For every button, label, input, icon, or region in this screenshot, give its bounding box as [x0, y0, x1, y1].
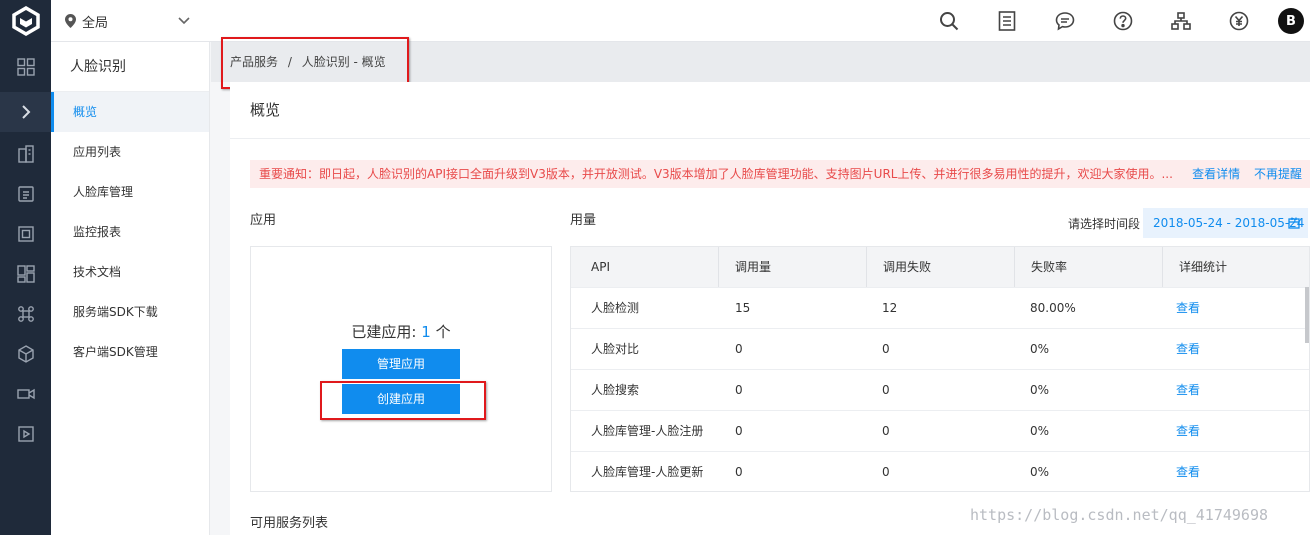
table-row: 人脸库管理-人脸更新 0 0 0% 查看 [571, 451, 1309, 491]
sidebar-item-app-list[interactable]: 应用列表 [51, 132, 209, 172]
avatar[interactable]: B [1278, 8, 1304, 34]
cell-failure-rate: 0% [1030, 383, 1050, 397]
cell-calls: 15 [735, 301, 751, 315]
header-api: API [571, 247, 719, 287]
sidebar-item-docs[interactable]: 技术文档 [51, 252, 209, 292]
app-section-title: 应用 [250, 213, 277, 228]
region-selector[interactable]: 全局 [65, 0, 190, 42]
calendar-icon [1288, 217, 1300, 229]
header-details: 详细统计 [1179, 260, 1228, 274]
view-details-link[interactable]: 查看 [1176, 329, 1200, 369]
cell-api: 人脸库管理-人脸注册 [591, 424, 704, 438]
help-icon[interactable] [1094, 0, 1152, 42]
grid-icon[interactable] [0, 47, 51, 87]
view-details-link[interactable]: 查看 [1176, 452, 1200, 491]
cell-failure-rate: 0% [1030, 465, 1050, 479]
cell-api: 人脸检测 [591, 301, 640, 315]
cloud-logo-icon[interactable] [0, 0, 51, 42]
table-row: 人脸检测 15 12 80.00% 查看 [571, 287, 1309, 328]
notice-banner: 重要通知：即日起，人脸识别的API接口全面升级到V3版本，并开放测试。V3版本增… [250, 160, 1310, 188]
region-label: 全局 [82, 15, 109, 31]
yuan-billing-icon[interactable] [1210, 0, 1268, 42]
divider [230, 138, 1310, 139]
cell-calls: 0 [735, 424, 743, 438]
view-details-link[interactable]: 查看 [1176, 370, 1200, 410]
header-failure-rate: 失败率 [1015, 247, 1163, 287]
header-failures: 调用失败 [867, 247, 1015, 287]
cell-failures: 0 [882, 465, 890, 479]
view-details-link[interactable]: 查看详情 [1192, 167, 1240, 181]
cell-failures: 12 [882, 301, 898, 315]
video-camera-icon[interactable] [0, 374, 51, 414]
cell-failure-rate: 80.00% [1030, 301, 1076, 315]
app-count-prefix: 已建应用: [351, 323, 422, 341]
view-details-link[interactable]: 查看 [1176, 411, 1200, 451]
page-title: 概览 [250, 101, 281, 119]
app-count-value: 1 [421, 323, 431, 341]
main-panel: 概览 重要通知：即日起，人脸识别的API接口全面升级到V3版本，并开放测试。V3… [230, 82, 1310, 535]
top-bar: 全局 B [51, 0, 1310, 42]
document-list-icon[interactable] [978, 0, 1036, 42]
date-range-picker[interactable]: 2018-05-24 - 2018-05-24 [1143, 208, 1308, 238]
command-icon[interactable] [0, 294, 51, 334]
watermark: https://blog.csdn.net/qq_41749698 [970, 506, 1269, 524]
cell-failure-rate: 0% [1030, 424, 1050, 438]
document-icon[interactable] [0, 174, 51, 214]
header-calls: 调用量 [719, 247, 867, 287]
cell-api: 人脸库管理-人脸更新 [591, 465, 704, 479]
location-pin-icon [65, 14, 76, 28]
usage-section-title: 用量 [570, 213, 597, 228]
date-range-label: 请选择时间段 [1068, 217, 1141, 231]
message-icon[interactable] [1036, 0, 1094, 42]
cell-failures: 0 [882, 342, 890, 356]
dismiss-link[interactable]: 不再提醒 [1254, 167, 1302, 181]
date-range-value: 2018-05-24 - 2018-05-24 [1153, 216, 1305, 230]
sidebar-item-client-sdk[interactable]: 客户端SDK管理 [51, 332, 209, 372]
product-sidebar: 人脸识别 概览 应用列表 人脸库管理 监控报表 技术文档 服务端SDK下载 客户… [51, 42, 210, 535]
icon-rail [0, 0, 51, 535]
play-icon[interactable] [0, 414, 51, 454]
cell-api: 人脸对比 [591, 342, 640, 356]
cell-failures: 0 [882, 424, 890, 438]
table-row: 人脸对比 0 0 0% 查看 [571, 328, 1309, 369]
cell-failures: 0 [882, 383, 890, 397]
search-icon[interactable] [920, 0, 978, 42]
table-row: 人脸搜索 0 0 0% 查看 [571, 369, 1309, 410]
cube-icon[interactable] [0, 334, 51, 374]
top-toolbar: B [920, 0, 1310, 42]
cell-api: 人脸搜索 [591, 383, 640, 397]
app-count-text: 已建应用: 1 个 [251, 321, 551, 342]
notice-links: 查看详情 不再提醒 [1182, 160, 1302, 188]
app-count-suffix: 个 [430, 323, 451, 341]
cell-calls: 0 [735, 465, 743, 479]
cell-calls: 0 [735, 383, 743, 397]
sidebar-item-monitoring[interactable]: 监控报表 [51, 212, 209, 252]
expand-chevron-icon[interactable] [0, 92, 51, 132]
services-section-title: 可用服务列表 [250, 516, 329, 531]
notice-text: 重要通知：即日起，人脸识别的API接口全面升级到V3版本，并开放测试。V3版本增… [259, 167, 1173, 181]
chevron-down-icon [178, 17, 190, 25]
sidebar-item-face-library[interactable]: 人脸库管理 [51, 172, 209, 212]
table-header: API 调用量 调用失败 失败率 详细统计 [571, 247, 1309, 287]
usage-table: API 调用量 调用失败 失败率 详细统计 人脸检测 15 12 80.00% … [570, 246, 1310, 492]
cell-calls: 0 [735, 342, 743, 356]
table-scrollbar[interactable] [1305, 287, 1309, 343]
table-row: 人脸库管理-人脸注册 0 0 0% 查看 [571, 410, 1309, 451]
sidebar-item-overview[interactable]: 概览 [51, 92, 209, 132]
org-structure-icon[interactable] [1152, 0, 1210, 42]
create-button-annotation-box [320, 381, 486, 420]
view-details-link[interactable]: 查看 [1176, 288, 1200, 328]
building-icon[interactable] [0, 134, 51, 174]
dashboard-icon[interactable] [0, 254, 51, 294]
app-summary-card: 已建应用: 1 个 管理应用 创建应用 [250, 246, 552, 492]
manage-apps-button[interactable]: 管理应用 [342, 349, 460, 379]
cell-failure-rate: 0% [1030, 342, 1050, 356]
frame-icon[interactable] [0, 214, 51, 254]
sidebar-item-server-sdk[interactable]: 服务端SDK下载 [51, 292, 209, 332]
sidebar-title: 人脸识别 [51, 42, 209, 92]
